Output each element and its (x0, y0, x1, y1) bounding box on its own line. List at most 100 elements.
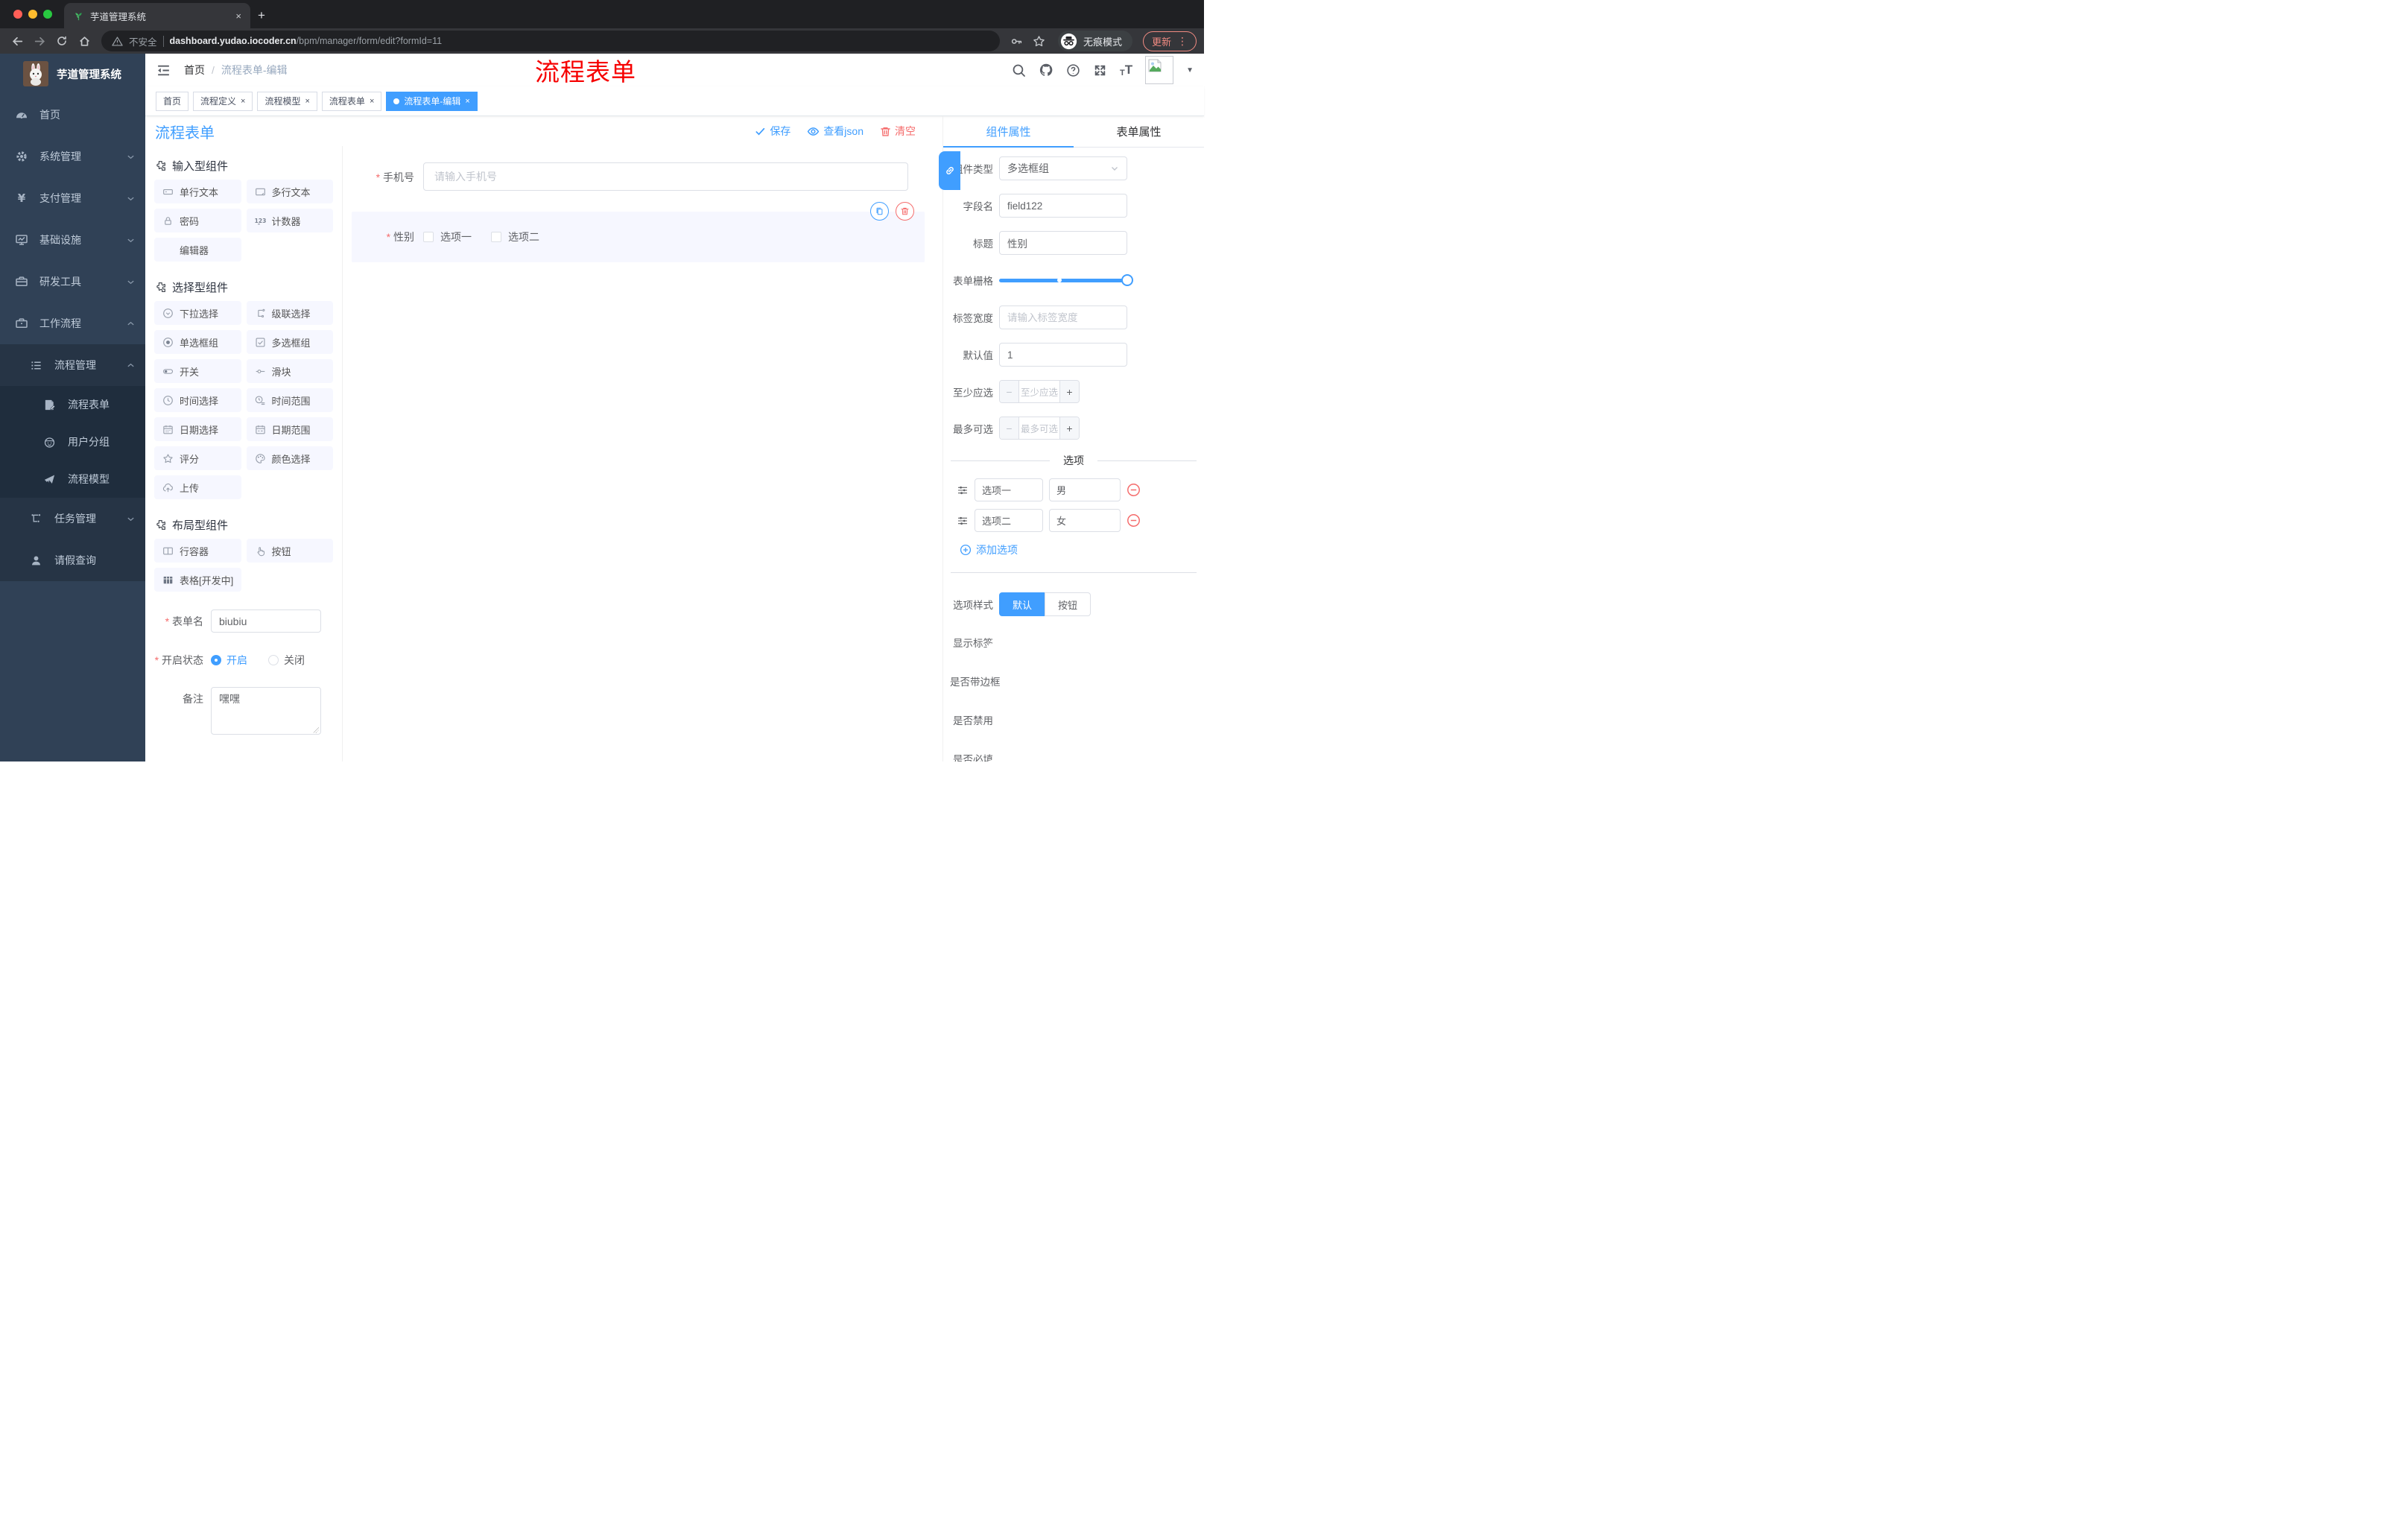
sidebar-item-payment[interactable]: ¥ 支付管理 (0, 177, 145, 219)
comp-radio-group[interactable]: 单选框组 (154, 330, 241, 354)
copy-component-button[interactable] (870, 202, 889, 221)
field-name-input[interactable] (999, 194, 1127, 218)
comp-single-line-text[interactable]: 单行文本 (154, 180, 241, 203)
sidebar-item-task-management[interactable]: 任务管理 (0, 498, 145, 539)
min-stepper-value[interactable]: 至少应选 (1019, 381, 1059, 402)
option-value-input[interactable] (1049, 509, 1121, 532)
checkbox-option-2[interactable]: 选项二 (491, 225, 539, 249)
drag-handle-icon[interactable] (957, 484, 969, 496)
sidebar-item-workflow[interactable]: 工作流程 (0, 303, 145, 344)
canvas-field-phone[interactable]: 手机号 (343, 162, 942, 192)
radio-off-icon[interactable] (268, 655, 279, 665)
browser-update-button[interactable]: 更新 ⋮ (1142, 31, 1197, 51)
style-default-button[interactable]: 默认 (999, 592, 1046, 616)
tab-form-props[interactable]: 表单属性 (1074, 116, 1204, 147)
comp-password[interactable]: 密码 (154, 209, 241, 232)
comp-time-picker[interactable]: 时间选择 (154, 388, 241, 412)
comp-upload[interactable]: 上传 (154, 475, 241, 499)
sidebar-item-dev-tools[interactable]: 研发工具 (0, 261, 145, 303)
help-icon[interactable] (1066, 63, 1080, 77)
sidebar-collapse-icon[interactable] (156, 63, 172, 78)
avatar[interactable] (1145, 56, 1174, 84)
minus-button[interactable]: − (1000, 381, 1019, 402)
back-icon[interactable] (7, 31, 27, 51)
forward-icon[interactable] (30, 31, 49, 51)
sidebar-item-leave-query[interactable]: 请假查询 (0, 539, 145, 581)
slider-track[interactable] (999, 274, 1133, 286)
delete-component-button[interactable] (896, 202, 914, 221)
search-icon[interactable] (1012, 63, 1026, 77)
plus-button[interactable]: + (1059, 417, 1079, 439)
save-button[interactable]: 保存 (755, 124, 790, 139)
status-on-label[interactable]: 开启 (226, 648, 247, 672)
comp-color-picker[interactable]: 颜色选择 (246, 446, 333, 470)
tag-close-icon[interactable]: × (370, 97, 374, 106)
radio-on-icon[interactable] (211, 655, 221, 665)
comp-rate[interactable]: 评分 (154, 446, 241, 470)
label-width-input[interactable] (999, 305, 1127, 329)
browser-tab[interactable]: 芋道管理系统 × (64, 3, 250, 28)
github-icon[interactable] (1039, 63, 1054, 77)
component-type-select[interactable]: 多选框组 (999, 156, 1127, 180)
sidebar-item-home[interactable]: 首页 (0, 94, 145, 136)
tag-close-icon[interactable]: × (465, 97, 469, 106)
checkbox-option-1[interactable]: 选项一 (423, 225, 472, 249)
home-icon[interactable] (75, 31, 94, 51)
style-button-button[interactable]: 按钮 (1045, 592, 1091, 616)
status-off-label[interactable]: 关闭 (284, 648, 305, 672)
phone-input[interactable] (423, 162, 908, 191)
comp-multi-line-text[interactable]: 多行文本 (246, 180, 333, 203)
sidebar-item-infrastructure[interactable]: 基础设施 (0, 219, 145, 261)
comp-cascader[interactable]: 级联选择 (246, 301, 333, 325)
max-stepper-value[interactable]: 最多可选 (1019, 417, 1059, 439)
title-input[interactable] (999, 231, 1127, 255)
comp-time-range[interactable]: 时间范围 (246, 388, 333, 412)
sidebar-item-user-groups[interactable]: 用户分组 (0, 423, 145, 460)
tab-component-props[interactable]: 组件属性 (943, 116, 1074, 148)
comp-date-picker[interactable]: 日期选择 (154, 417, 241, 441)
view-json-button[interactable]: 查看json (807, 124, 864, 139)
comp-row-container[interactable]: 行容器 (154, 539, 241, 563)
sidebar-item-process-management[interactable]: 流程管理 (0, 344, 145, 386)
address-bar[interactable]: 不安全 dashboard.yudao.iocoder.cn/bpm/manag… (101, 31, 1000, 51)
bookmark-star-icon[interactable] (1030, 31, 1049, 51)
tag-process-form[interactable]: 流程表单 × (321, 91, 382, 111)
security-label[interactable]: 不安全 (129, 34, 157, 48)
tag-home[interactable]: 首页 (156, 91, 189, 111)
comp-button[interactable]: 按钮 (246, 539, 333, 563)
sidebar-item-process-model[interactable]: 流程模型 (0, 460, 145, 498)
window-minimize-button[interactable] (28, 10, 37, 19)
option-label-input[interactable] (975, 509, 1043, 532)
comp-checkbox-group[interactable]: 多选框组 (246, 330, 333, 354)
password-key-icon[interactable] (1007, 31, 1027, 51)
minus-button[interactable]: − (1000, 417, 1019, 439)
tag-close-icon[interactable]: × (305, 97, 309, 106)
fullscreen-icon[interactable] (1093, 63, 1107, 77)
comp-date-range[interactable]: 日期范围 (246, 417, 333, 441)
checkbox-icon[interactable] (491, 232, 501, 242)
drag-handle-icon[interactable] (957, 515, 969, 527)
tag-process-form-edit[interactable]: 流程表单-编辑 × (386, 91, 478, 111)
option-value-input[interactable] (1049, 478, 1121, 501)
browser-menu-icon[interactable]: ⋮ (1177, 35, 1188, 48)
remove-option-button[interactable] (1127, 483, 1141, 497)
tag-process-definition[interactable]: 流程定义 × (193, 91, 253, 111)
comp-select[interactable]: 下拉选择 (154, 301, 241, 325)
sidebar-item-system[interactable]: 系统管理 (0, 136, 145, 177)
checkbox-icon[interactable] (423, 232, 434, 242)
form-grid-slider[interactable] (999, 268, 1133, 292)
sidebar-item-process-form[interactable]: 流程表单 (0, 386, 145, 423)
slider-handle[interactable] (1121, 274, 1133, 286)
tab-close-icon[interactable]: × (235, 10, 241, 22)
avatar-caret-icon[interactable]: ▼ (1186, 66, 1194, 75)
comp-switch[interactable]: 开关 (154, 359, 241, 383)
comp-counter[interactable]: 123 计数器 (246, 209, 333, 232)
link-handle[interactable] (939, 151, 960, 190)
reload-icon[interactable] (52, 31, 72, 51)
clear-button[interactable]: 清空 (880, 124, 916, 139)
remove-option-button[interactable] (1127, 513, 1141, 528)
default-value-input[interactable] (999, 343, 1127, 367)
breadcrumb-home[interactable]: 首页 (184, 63, 205, 77)
form-remark-textarea[interactable]: 嘿嘿 (211, 687, 321, 735)
add-option-button[interactable]: 添加选项 (960, 542, 1204, 557)
